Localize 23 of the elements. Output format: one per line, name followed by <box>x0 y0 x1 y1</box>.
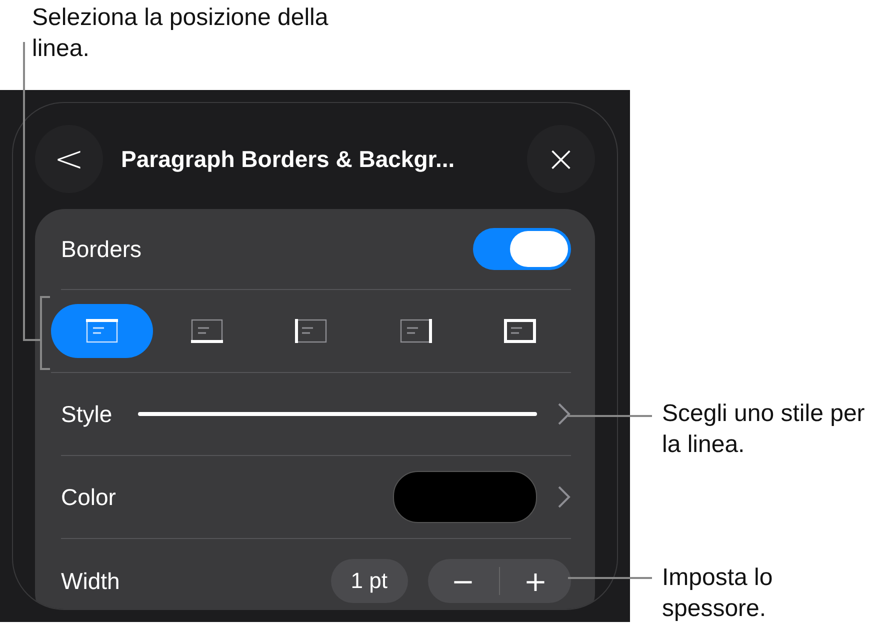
width-value: 1 pt <box>330 559 408 603</box>
callout-text: Imposta lo spessore. <box>662 563 774 624</box>
chevron-right-icon <box>557 485 571 509</box>
style-label: Style <box>61 400 112 428</box>
width-label: Width <box>61 568 120 594</box>
back-button[interactable]: < <box>35 125 103 193</box>
color-swatch[interactable] <box>393 471 537 523</box>
close-button[interactable]: × <box>527 125 595 193</box>
border-position-button[interactable] <box>51 304 153 358</box>
border-position-icon <box>400 319 432 343</box>
borders-toggle[interactable] <box>473 228 571 270</box>
callout-text: Seleziona la posizione della linea. <box>31 3 330 64</box>
border-position-icon <box>504 319 536 343</box>
chevron-right-icon <box>557 402 571 426</box>
color-label: Color <box>61 484 116 510</box>
callout-text: Scegli uno stile per la linea. <box>662 399 866 460</box>
border-position-icon <box>86 319 118 343</box>
increase-button[interactable]: + <box>500 559 571 603</box>
border-position-icon <box>295 319 327 343</box>
panel-title: Paragraph Borders & Backgr... <box>121 146 456 172</box>
decrease-button[interactable]: − <box>428 559 498 603</box>
borders-label: Borders <box>61 236 142 262</box>
border-position-icon <box>190 319 222 343</box>
